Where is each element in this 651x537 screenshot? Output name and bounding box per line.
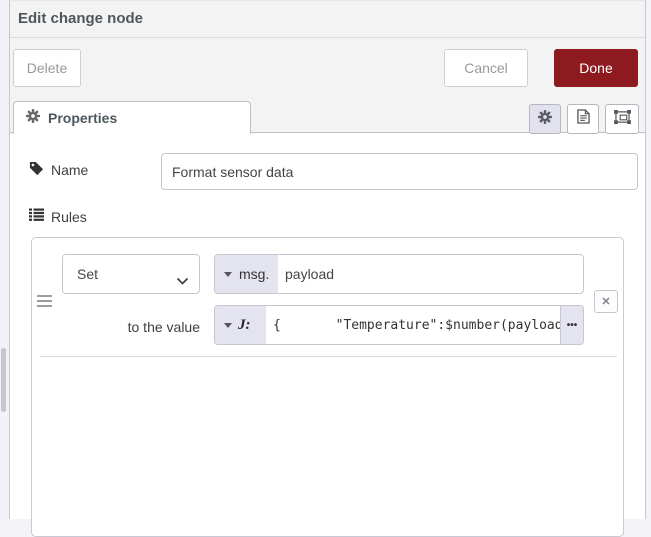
object-group-icon <box>614 110 631 129</box>
rule-action-select[interactable]: Set <box>62 254 200 294</box>
document-icon <box>577 109 590 129</box>
delete-button[interactable]: Delete <box>13 49 81 87</box>
expand-expression-button[interactable]: ••• <box>560 306 583 344</box>
rules-label: Rules <box>51 209 87 225</box>
done-button[interactable]: Done <box>554 49 638 87</box>
rule-action-value: Set <box>77 266 98 282</box>
property-type-label: msg. <box>239 266 269 282</box>
expression-value[interactable]: { "Temperature":$number(payload) <box>273 318 560 333</box>
rule-value-typed-input[interactable]: J: { "Temperature":$number(payload) ••• <box>214 305 584 345</box>
rule-separator <box>40 356 617 357</box>
properties-tab-button[interactable] <box>529 104 561 134</box>
tab-properties[interactable]: Properties <box>13 101 251 134</box>
tag-icon <box>29 161 44 179</box>
rules-label-row: Rules <box>29 208 87 225</box>
description-tab-button[interactable] <box>567 104 599 134</box>
chevron-down-icon <box>177 272 188 288</box>
gear-icon <box>26 109 40 128</box>
property-type-button[interactable]: msg. <box>215 255 278 293</box>
ellipsis-icon: ••• <box>567 320 578 331</box>
rules-container: Set msg. payload to the value J: { "Temp… <box>31 237 624 537</box>
to-the-value-label: to the value <box>72 319 200 335</box>
left-scrollbar[interactable] <box>0 0 9 519</box>
tab-properties-label: Properties <box>48 110 117 126</box>
rule-property-typed-input[interactable]: msg. payload <box>214 254 584 294</box>
dialog-header: Edit change node <box>10 1 645 38</box>
caret-down-icon <box>224 323 232 328</box>
edit-change-node-dialog: Edit change node Delete Cancel Done Prop… <box>9 0 646 519</box>
jsonata-expression-icon: J: <box>238 317 251 334</box>
caret-down-icon <box>224 272 232 277</box>
list-icon <box>29 208 44 225</box>
name-input[interactable] <box>161 153 638 190</box>
dialog-title: Edit change node <box>18 1 143 37</box>
delete-rule-button[interactable]: ✕ <box>594 290 618 313</box>
value-type-button[interactable]: J: <box>215 306 266 344</box>
cancel-button[interactable]: Cancel <box>444 49 528 87</box>
appearance-tab-button[interactable] <box>605 104 639 134</box>
dialog-button-row: Delete Cancel Done <box>10 38 645 97</box>
close-icon: ✕ <box>601 295 610 308</box>
rule-drag-handle[interactable] <box>37 295 52 310</box>
name-label: Name <box>51 162 88 178</box>
gear-icon <box>538 110 552 129</box>
name-label-row: Name <box>29 161 88 179</box>
scrollbar-thumb[interactable] <box>1 348 6 412</box>
property-value[interactable]: payload <box>278 255 583 293</box>
